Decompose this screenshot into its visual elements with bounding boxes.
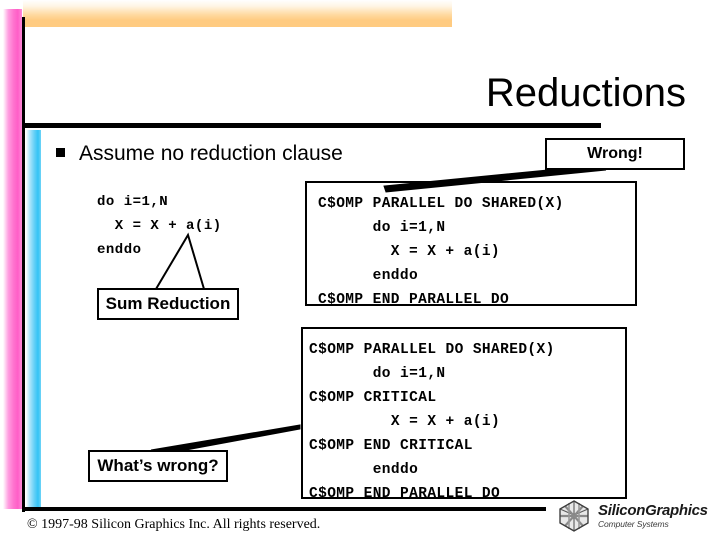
bullet-item-label: Assume no reduction clause xyxy=(79,142,343,165)
left-cyan-stripe xyxy=(26,130,41,508)
code-box-parallel-do-critical: C$OMP PARALLEL DO SHARED(X) do i=1,N C$O… xyxy=(301,327,627,502)
callout-wrong: Wrong! xyxy=(545,138,685,170)
footer-divider-rule xyxy=(25,507,546,511)
top-orange-bar xyxy=(23,0,452,27)
silicon-graphics-logo: SiliconGraphics Computer Systems xyxy=(556,497,708,535)
sgi-cube-icon xyxy=(559,500,589,532)
code-box-bottom-text: C$OMP PARALLEL DO SHARED(X) do i=1,N C$O… xyxy=(309,342,555,502)
page-title: Reductions xyxy=(485,71,686,115)
code-box-top-text: C$OMP PARALLEL DO SHARED(X) do i=1,N X =… xyxy=(318,196,564,308)
slide-canvas: Reductions Assume no reduction clause do… xyxy=(0,0,720,540)
copyright-notice: © 1997-98 Silicon Graphics Inc. All righ… xyxy=(27,517,321,532)
square-bullet-icon xyxy=(56,148,65,157)
code-box-parallel-do-shared: C$OMP PARALLEL DO SHARED(X) do i=1,N X =… xyxy=(305,181,637,308)
bullet-item-assume-no-reduction-clause: Assume no reduction clause xyxy=(56,141,343,166)
left-vertical-rule xyxy=(22,17,25,512)
code-snippet-left: do i=1,N X = X + a(i) enddo xyxy=(97,194,222,258)
title-divider-rule xyxy=(25,123,601,128)
whats-wrong-pointer-icon xyxy=(150,424,301,451)
left-pink-stripe xyxy=(3,9,22,509)
sgi-logo-subtitle: Computer Systems xyxy=(598,519,669,530)
callout-whats-wrong: What’s wrong? xyxy=(88,450,228,482)
sgi-logo-name: SiliconGraphics xyxy=(598,502,708,520)
callout-sum-reduction: Sum Reduction xyxy=(97,288,239,320)
sgi-wordmark: SiliconGraphics Computer Systems xyxy=(598,503,708,529)
